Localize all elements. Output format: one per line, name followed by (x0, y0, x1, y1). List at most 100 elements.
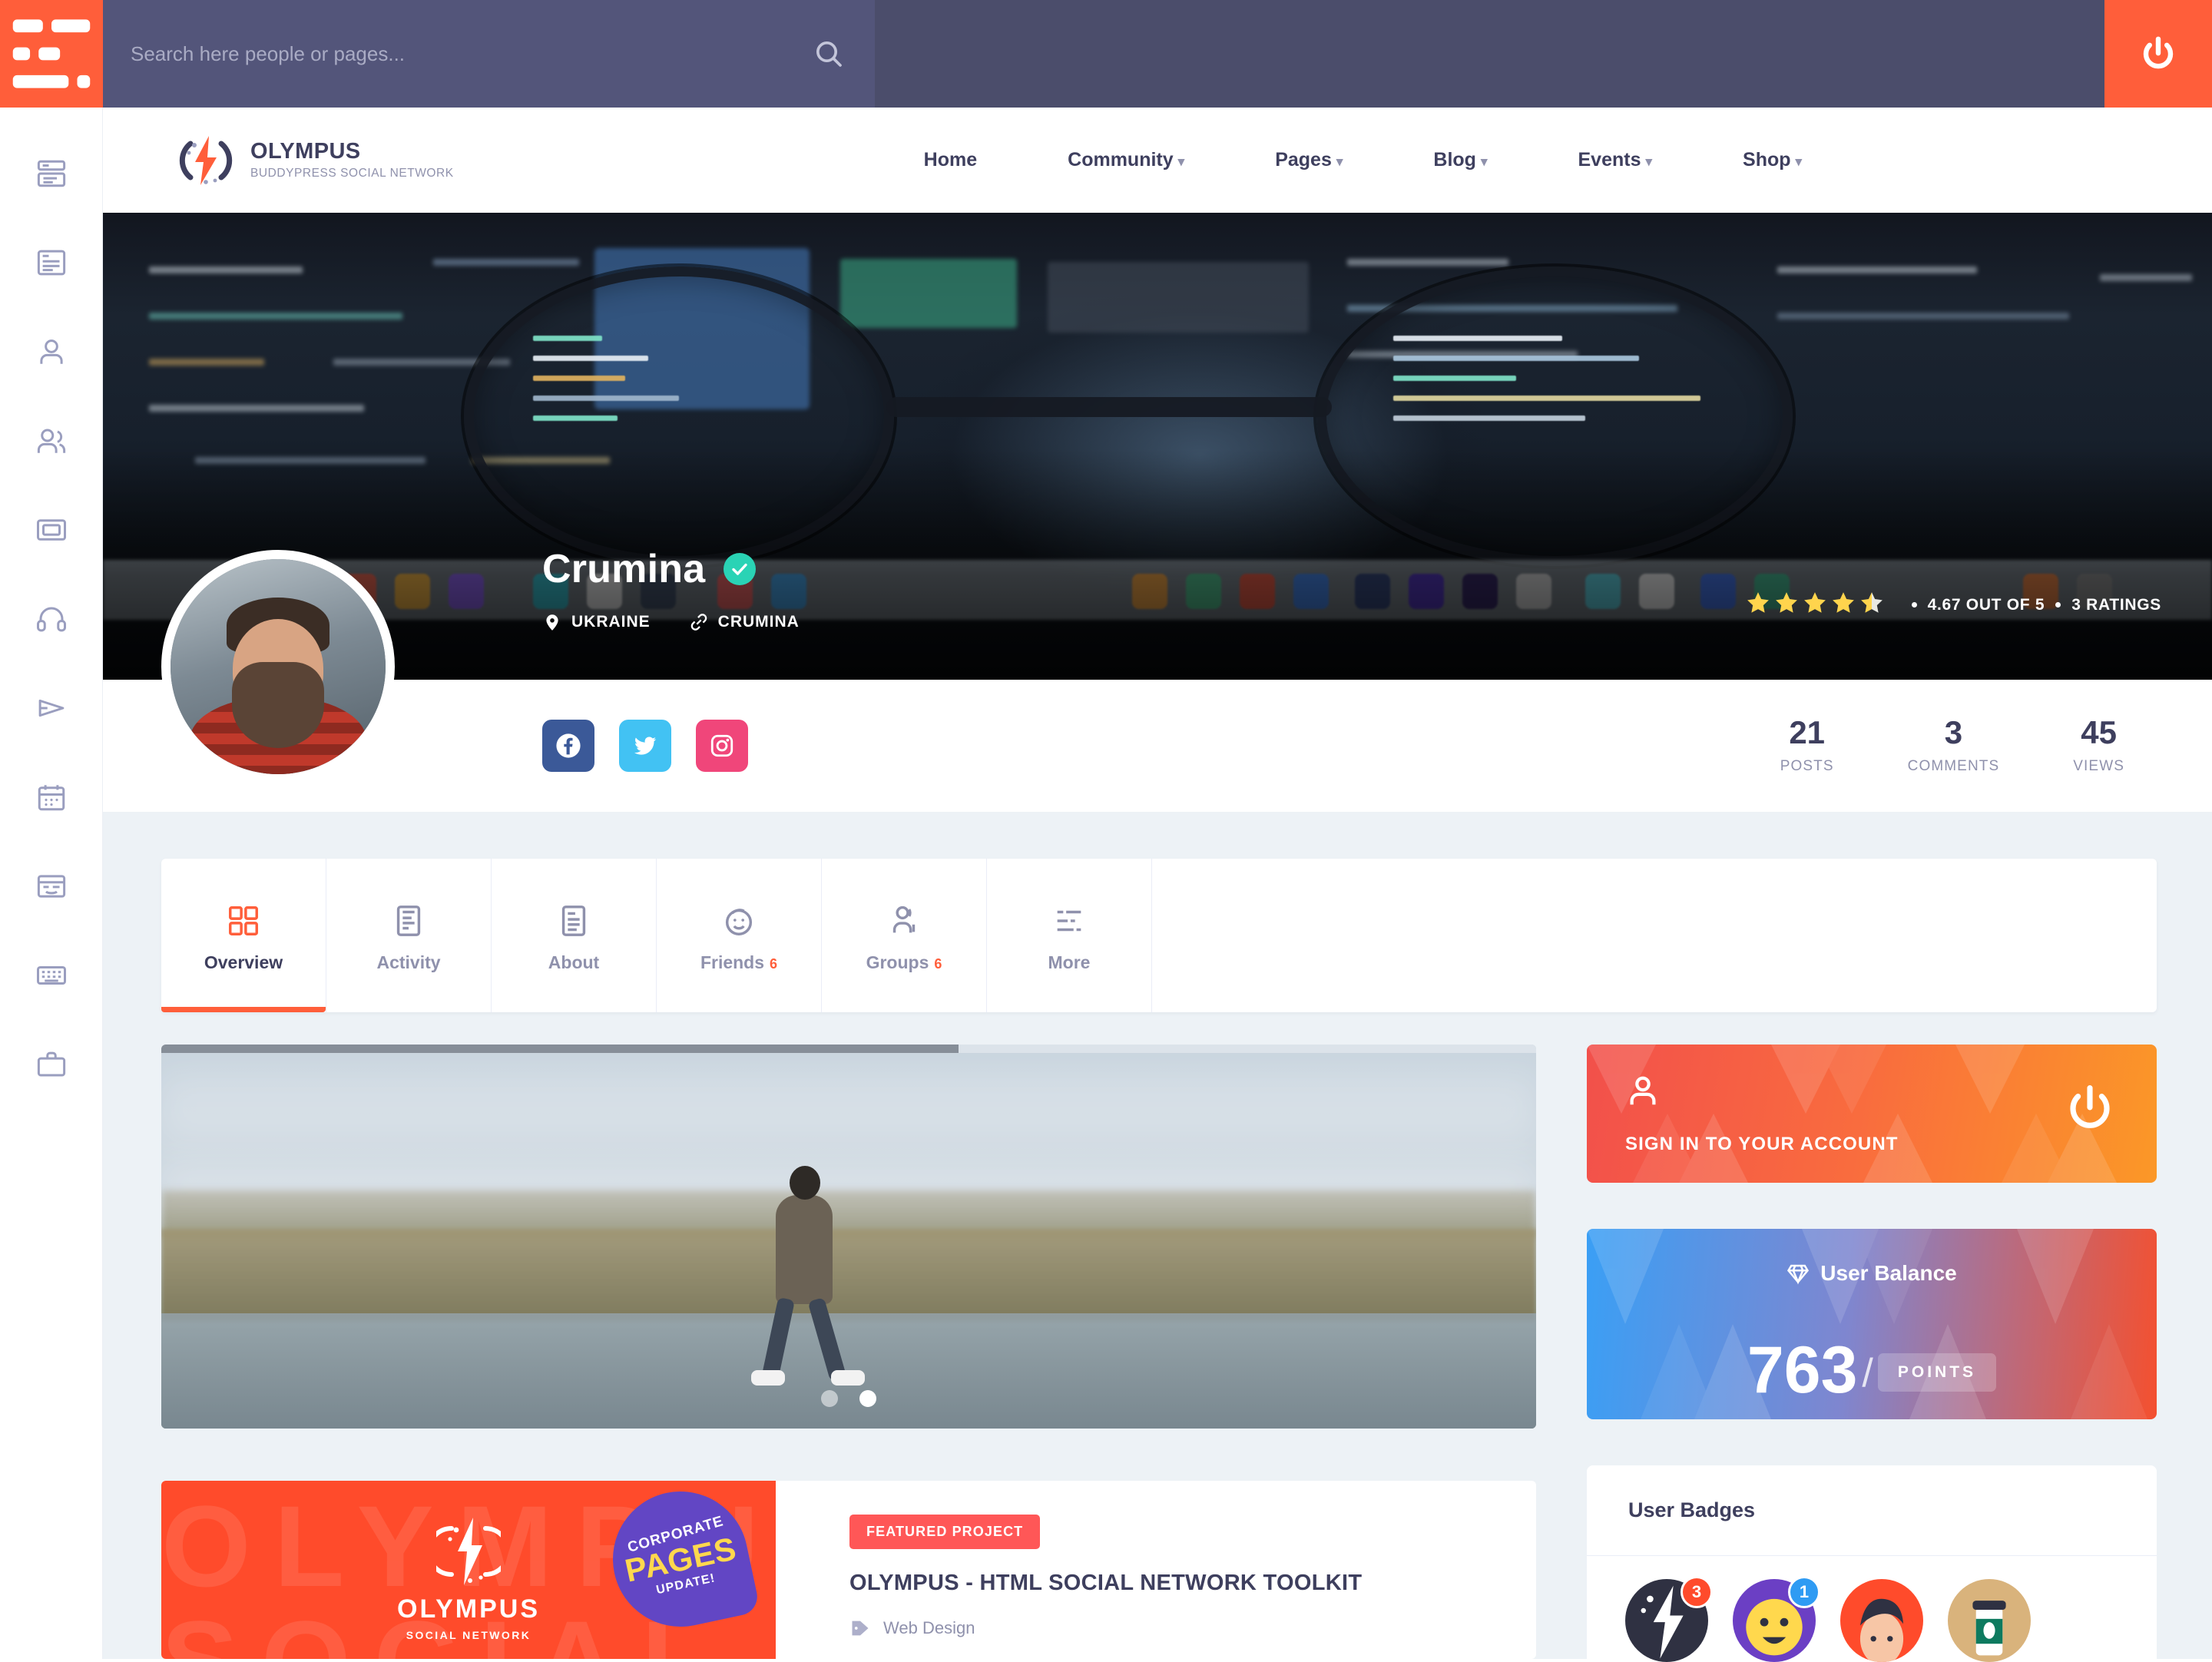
star-full-icon (1832, 592, 1854, 613)
rail-item-events[interactable] (0, 753, 103, 842)
more-lines-icon (1051, 899, 1087, 943)
thumbnail-lightning-icon (426, 1515, 511, 1588)
profile-avatar[interactable] (161, 550, 395, 783)
twitter-icon (634, 737, 657, 755)
stat-number: 3 (1944, 714, 1963, 750)
rail-item-videos[interactable] (0, 664, 103, 753)
instagram-icon (710, 734, 733, 757)
rating-dot-2 (2055, 602, 2061, 608)
calendar-icon (38, 785, 65, 811)
badge-art (1840, 1579, 1923, 1662)
rail-item-market[interactable] (0, 931, 103, 1020)
star-full-icon (1775, 592, 1797, 613)
social-links (542, 720, 773, 772)
stat-number: 21 (1789, 714, 1826, 750)
search-input[interactable] (131, 41, 813, 66)
briefcase-icon (37, 1051, 66, 1077)
balance-separator: / (1862, 1351, 1873, 1395)
user-icon (40, 339, 63, 364)
tab-about[interactable]: About (492, 859, 657, 1012)
menu-lines-icon (12, 19, 91, 88)
rail-item-newsfeed[interactable] (0, 129, 103, 218)
stat-views: 45 VIEWS (2036, 717, 2161, 775)
user-badges-card: User Badges 31 (1587, 1465, 2157, 1662)
coffee-badge[interactable] (1948, 1579, 2031, 1662)
featured-project-title[interactable]: OLYMPUS - HTML SOCIAL NETWORK TOOLKIT (849, 1571, 1536, 1596)
tab-label: Groups 6 (866, 952, 942, 972)
rail-item-profile[interactable] (0, 307, 103, 396)
cover-photo: Crumina UKRAINE CRUMINA 4.67 OUT OF 5 3 … (103, 213, 2212, 680)
profile-stats: 21 POSTS 3 COMMENTS 45 VIEWS (1743, 717, 2161, 775)
rating-dot-1 (1911, 602, 1917, 608)
social-twitter-button[interactable] (619, 720, 671, 772)
social-facebook-button[interactable] (542, 720, 594, 772)
profile-link[interactable]: CRUMINA (689, 612, 800, 632)
nav-item-home[interactable]: Home (924, 149, 977, 171)
tab-overview[interactable]: Overview (161, 859, 326, 1012)
chevron-down-icon: ▾ (1480, 154, 1488, 169)
tab-count: 6 (934, 955, 942, 972)
profile-link-label: CRUMINA (717, 613, 800, 631)
social-instagram-button[interactable] (696, 720, 748, 772)
photo-carousel[interactable] (161, 1045, 1536, 1429)
tab-more[interactable]: More (987, 859, 1152, 1012)
verified-badge-icon (724, 553, 757, 585)
badge-count: 3 (1681, 1576, 1713, 1608)
rail-item-shop[interactable] (0, 1020, 103, 1109)
person-badge[interactable] (1840, 1579, 1923, 1662)
featured-category-label: Web Design (883, 1618, 975, 1637)
rail-item-blog[interactable] (0, 218, 103, 307)
site-logo[interactable]: OLYMPUS BUDDYPRESS SOCIAL NETWORK (178, 133, 454, 188)
stat-label: COMMENTS (1907, 758, 2000, 774)
photo-frame-icon (37, 519, 66, 541)
featured-project-category[interactable]: Web Design (849, 1617, 1536, 1639)
activity-icon (391, 899, 426, 943)
rail-item-photos[interactable] (0, 485, 103, 574)
power-icon (2143, 36, 2174, 69)
balance-title: User Balance (1820, 1261, 1957, 1285)
nav-item-pages[interactable]: Pages ▾ (1275, 149, 1343, 171)
sign-in-card[interactable]: SIGN IN TO YOUR ACCOUNT (1587, 1045, 2157, 1183)
forum-icon (37, 875, 66, 898)
featured-project-card[interactable]: OLYMPUSSOCIAL OLYMPUS SOCIAL NETWORK COR… (161, 1481, 1536, 1659)
carousel-scrollbar[interactable] (161, 1045, 1536, 1053)
search-container[interactable] (103, 0, 875, 108)
stat-number: 45 (2081, 714, 2117, 750)
logout-power-button[interactable] (2104, 0, 2212, 108)
rail-item-music[interactable] (0, 574, 103, 664)
groups-icon (886, 899, 922, 943)
profile-location: UKRAINE (542, 612, 651, 632)
tab-count: 6 (770, 955, 778, 972)
lightning-logo-icon (178, 133, 233, 188)
main-navigation: Home Community ▾ Pages ▾ Blog ▾ Events ▾ Shop ▾ (924, 149, 1802, 171)
tab-label: Friends 6 (700, 952, 778, 972)
nav-item-community[interactable]: Community ▾ (1068, 149, 1184, 171)
nav-item-blog[interactable]: Blog ▾ (1433, 149, 1487, 171)
blog-icon (37, 250, 66, 276)
nav-item-shop[interactable]: Shop ▾ (1743, 149, 1802, 171)
tab-groups[interactable]: Groups 6 (822, 859, 987, 1012)
logo-name: OLYMPUS (250, 138, 361, 164)
user-badges-title: User Badges (1587, 1465, 2157, 1556)
carousel-dot-2[interactable] (859, 1390, 876, 1407)
tab-friends[interactable]: Friends 6 (657, 859, 822, 1012)
tab-label: Activity (376, 952, 441, 972)
logo-subtitle: BUDDYPRESS SOCIAL NETWORK (250, 167, 454, 180)
nav-item-label: Community (1068, 149, 1174, 171)
rail-item-forums[interactable] (0, 842, 103, 931)
chevron-down-icon: ▾ (1177, 154, 1185, 169)
smiley-badge[interactable]: 1 (1733, 1576, 1820, 1662)
chevron-down-icon: ▾ (1336, 154, 1343, 169)
nav-item-label: Blog (1433, 149, 1476, 171)
top-bar (103, 0, 2212, 108)
tab-activity[interactable]: Activity (326, 859, 492, 1012)
rail-menu-button[interactable] (0, 0, 103, 108)
search-icon[interactable] (813, 38, 844, 69)
rating-value: 4.67 OUT OF 5 (1927, 595, 2045, 614)
rail-item-friends[interactable] (0, 396, 103, 485)
carousel-dot-1[interactable] (821, 1390, 838, 1407)
stat-comments: 3 COMMENTS (1871, 717, 2037, 775)
carousel-dots (810, 1390, 887, 1407)
nav-item-events[interactable]: Events ▾ (1578, 149, 1653, 171)
lightning-badge[interactable]: 3 (1625, 1576, 1713, 1662)
